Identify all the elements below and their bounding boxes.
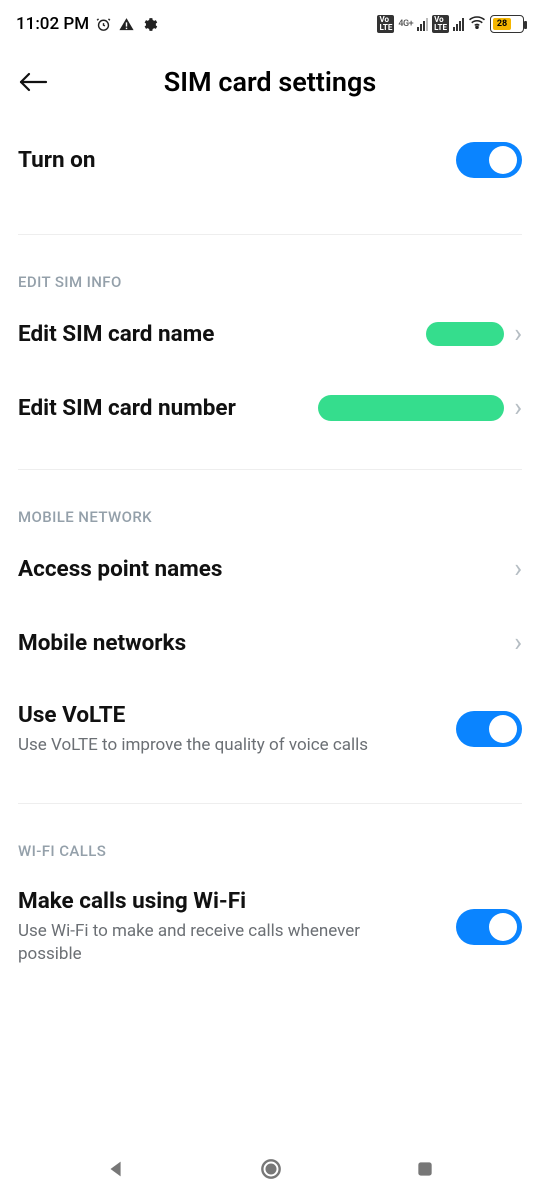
row-volte[interactable]: Use VoLTE Use VoLTE to improve the quali… [18, 680, 522, 779]
row-edit-sim-number[interactable]: Edit SIM card number › [18, 371, 522, 445]
volte-sublabel: Use VoLTE to improve the quality of voic… [18, 734, 368, 757]
section-header-edit-sim-info: EDIT SIM INFO [18, 235, 522, 297]
section-header-mobile-network: MOBILE NETWORK [18, 470, 522, 532]
system-nav-bar [0, 1138, 540, 1200]
sim-name-value-redacted [426, 322, 504, 346]
row-apn[interactable]: Access point names › [18, 532, 522, 606]
volte-badge-1: VoLTE [377, 15, 394, 33]
volte-toggle[interactable] [456, 711, 522, 747]
status-bar: 11:02 PM VoLTE 4G+ VoLTE 28 [0, 0, 540, 48]
battery-icon: 28 [490, 15, 524, 33]
turn-on-label: Turn on [18, 147, 95, 173]
chevron-right-icon: › [514, 319, 522, 349]
page-title: SIM card settings [18, 66, 522, 98]
row-edit-sim-name[interactable]: Edit SIM card name › [18, 297, 522, 371]
mobile-networks-label: Mobile networks [18, 630, 186, 656]
nav-home-button[interactable] [258, 1156, 284, 1182]
row-turn-on[interactable]: Turn on [18, 120, 522, 200]
gear-icon [141, 16, 158, 33]
sim-number-value-redacted [318, 395, 504, 421]
wifi-icon [468, 14, 486, 34]
section-header-wifi-calls: WI-FI CALLS [18, 804, 522, 866]
wifi-calling-sublabel: Use Wi-Fi to make and receive calls when… [18, 920, 378, 966]
app-bar: SIM card settings [0, 48, 540, 120]
warning-icon [118, 16, 135, 33]
chevron-right-icon: › [514, 554, 522, 584]
signal-bars-2 [453, 17, 464, 31]
row-mobile-networks[interactable]: Mobile networks › [18, 606, 522, 680]
row-wifi-calling[interactable]: Make calls using Wi-Fi Use Wi-Fi to make… [18, 866, 522, 988]
edit-sim-name-label: Edit SIM card name [18, 321, 214, 347]
alarm-icon [95, 16, 112, 33]
status-time: 11:02 PM [16, 14, 89, 34]
chevron-right-icon: › [514, 393, 522, 423]
network-4g-label: 4G+ [398, 20, 413, 29]
signal-bars-1 [417, 17, 428, 31]
volte-label: Use VoLTE [18, 702, 368, 728]
chevron-right-icon: › [514, 628, 522, 658]
battery-percent: 28 [493, 18, 511, 30]
nav-back-button[interactable] [105, 1158, 127, 1180]
wifi-calling-toggle[interactable] [456, 909, 522, 945]
turn-on-toggle[interactable] [456, 142, 522, 178]
apn-label: Access point names [18, 556, 222, 582]
volte-badge-2: VoLTE [432, 15, 449, 33]
wifi-calling-label: Make calls using Wi-Fi [18, 888, 378, 914]
nav-recents-button[interactable] [415, 1159, 435, 1179]
edit-sim-number-label: Edit SIM card number [18, 395, 236, 421]
